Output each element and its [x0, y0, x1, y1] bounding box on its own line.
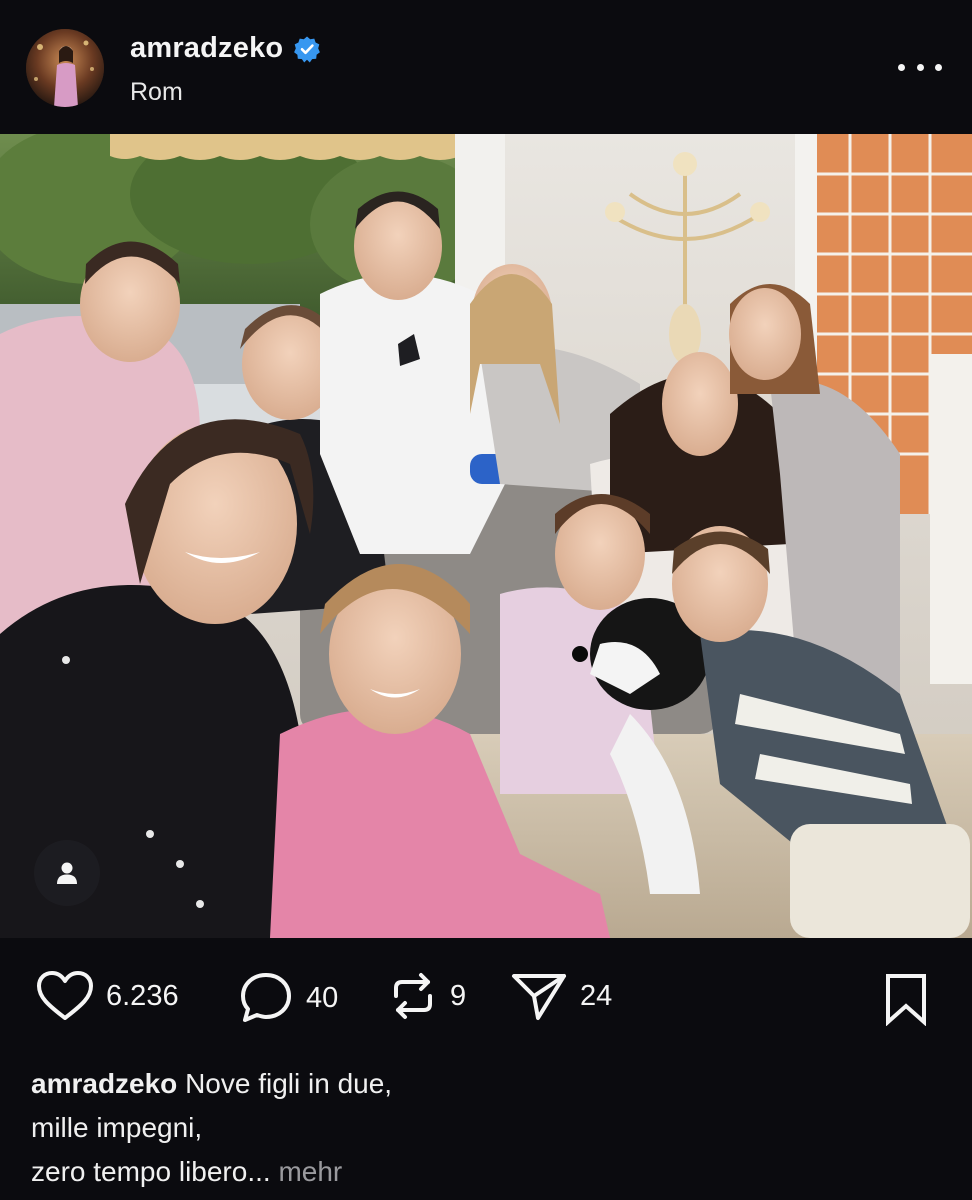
caption-line-2: mille impegni, — [31, 1112, 203, 1143]
repost-icon — [394, 973, 432, 1019]
caption-text-1: Nove figli in due, — [185, 1068, 393, 1099]
caption-username[interactable]: amradzeko — [31, 1068, 177, 1099]
caption-text-3: zero tempo libero... — [31, 1156, 271, 1187]
location-link[interactable]: Rom — [130, 78, 183, 107]
comment-count: 40 — [306, 981, 339, 1014]
username[interactable]: amradzeko — [130, 32, 283, 65]
like-count: 6.236 — [106, 979, 179, 1012]
repost-count: 9 — [450, 979, 467, 1012]
share-count: 24 — [580, 979, 613, 1012]
caption-line-1: amradzeko Nove figli in due, — [31, 1062, 931, 1106]
share-button[interactable]: 24 — [510, 970, 612, 1022]
username-row: amradzeko — [130, 32, 321, 65]
heart-icon — [37, 971, 93, 1020]
comment-button[interactable]: 40 — [238, 970, 338, 1026]
more-options-icon[interactable] — [898, 52, 942, 82]
post-header: amradzeko Rom — [0, 0, 972, 134]
avatar[interactable] — [26, 29, 104, 107]
caption-line-3: zero tempo libero... mehr — [31, 1150, 931, 1194]
user-tag-icon[interactable] — [34, 840, 100, 906]
comment-bubble-icon — [241, 973, 291, 1022]
more-link[interactable]: mehr — [278, 1156, 342, 1187]
send-icon — [512, 974, 566, 1020]
repost-button[interactable]: 9 — [388, 970, 466, 1022]
bookmark-icon[interactable] — [882, 972, 930, 1031]
action-bar: 6.236 40 9 24 — [0, 938, 972, 1058]
post-caption: amradzeko Nove figli in due, mille impeg… — [31, 1062, 931, 1194]
post-image[interactable] — [0, 134, 972, 938]
verified-badge-icon — [293, 35, 321, 63]
like-button[interactable]: 6.236 — [36, 970, 179, 1022]
